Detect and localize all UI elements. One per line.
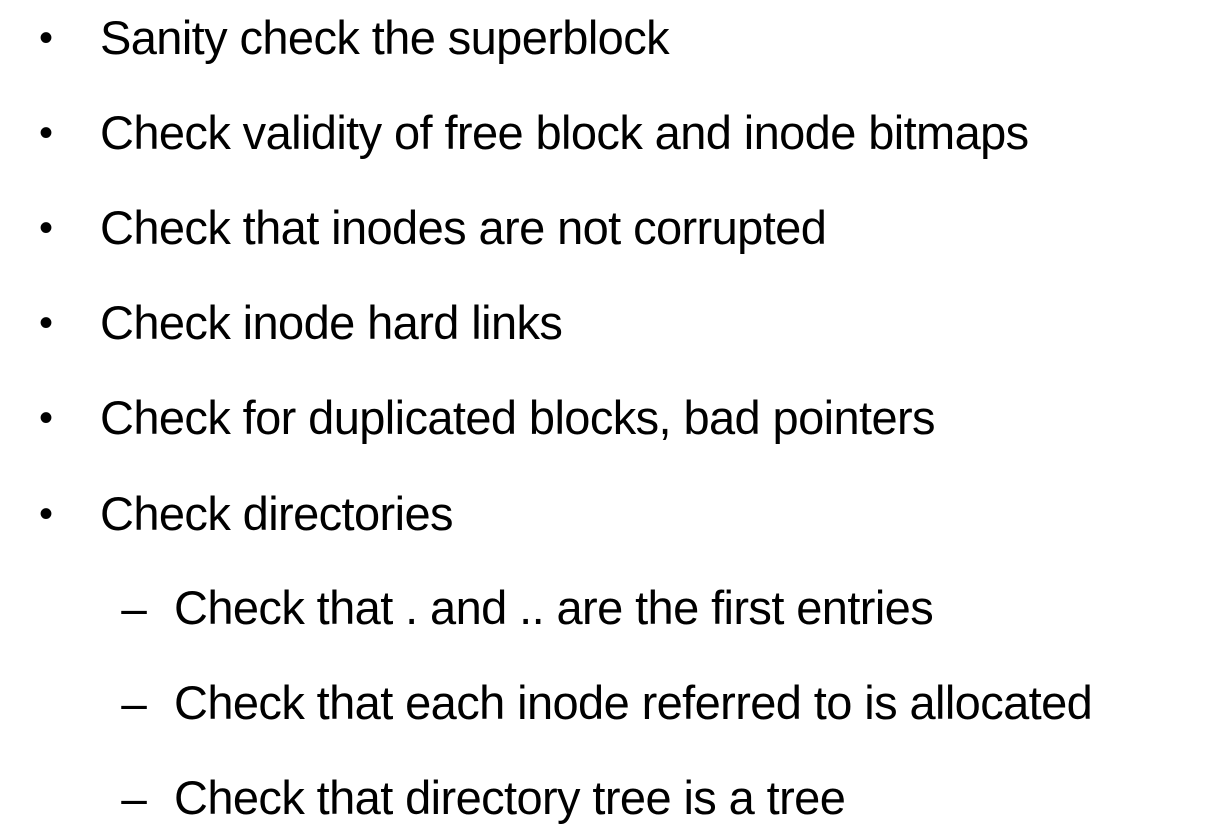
bullet-text: Check that inodes are not corrupted xyxy=(100,201,827,254)
bullet-text: Sanity check the superblock xyxy=(100,11,670,64)
bullet-text: Check for duplicated blocks, bad pointer… xyxy=(100,391,936,444)
bullet-item: • Check inode hard links xyxy=(0,293,1228,353)
dash-marker: – xyxy=(121,582,147,634)
slide: • Sanity check the superblock • Check va… xyxy=(0,0,1228,824)
bullet-item: • Check that inodes are not corrupted xyxy=(0,198,1228,258)
sub-bullet-item: – Check that each inode referred to is a… xyxy=(0,673,1228,733)
bullet-marker: • xyxy=(38,396,53,440)
sub-bullet-text: Check that each inode referred to is all… xyxy=(174,676,1093,729)
bullet-marker: • xyxy=(38,111,53,155)
bullet-marker: • xyxy=(38,206,53,250)
bullet-marker: • xyxy=(38,492,53,536)
bullet-item: • Check for duplicated blocks, bad point… xyxy=(0,388,1228,448)
bullet-text: Check inode hard links xyxy=(100,296,563,349)
dash-marker: – xyxy=(121,677,147,729)
dash-marker: – xyxy=(121,772,147,824)
sub-bullet-item: – Check that directory tree is a tree xyxy=(0,768,1228,828)
sub-bullet-text: Check that . and .. are the first entrie… xyxy=(174,581,934,634)
sub-bullet-item: – Check that . and .. are the first entr… xyxy=(0,578,1228,638)
bullet-item: • Sanity check the superblock xyxy=(0,8,1228,68)
bullet-marker: • xyxy=(38,301,53,345)
bullet-item: • Check directories xyxy=(0,484,1228,544)
bullet-item: • Check validity of free block and inode… xyxy=(0,103,1228,163)
sub-bullet-text: Check that directory tree is a tree xyxy=(174,771,846,824)
bullet-text: Check directories xyxy=(100,487,453,540)
bullet-text: Check validity of free block and inode b… xyxy=(100,106,1029,159)
bullet-marker: • xyxy=(38,16,53,60)
